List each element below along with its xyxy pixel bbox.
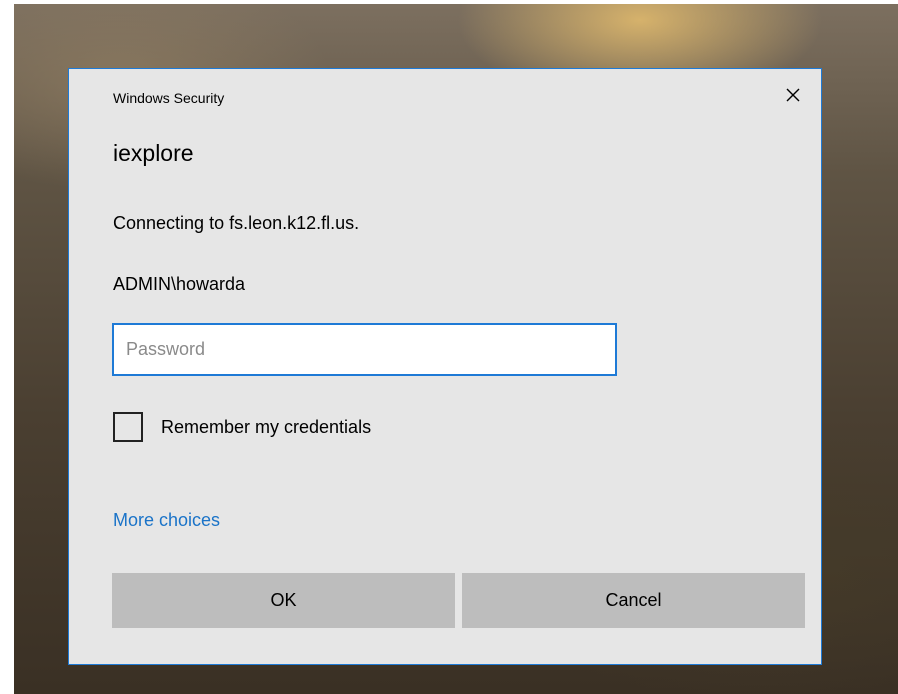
remember-label: Remember my credentials bbox=[161, 416, 372, 437]
ok-button[interactable]: OK bbox=[112, 573, 455, 628]
dialog-caption: Windows Security bbox=[113, 90, 225, 106]
remember-checkbox[interactable] bbox=[113, 412, 143, 442]
connecting-message: Connecting to fs.leon.k12.fl.us. bbox=[113, 213, 360, 233]
password-field[interactable] bbox=[112, 323, 617, 376]
close-icon bbox=[786, 88, 800, 102]
username-label: ADMIN\howarda bbox=[113, 274, 246, 294]
screen-top-edge bbox=[0, 0, 898, 4]
close-button[interactable] bbox=[779, 81, 807, 109]
remember-credentials-toggle[interactable]: Remember my credentials bbox=[113, 412, 371, 442]
cancel-button[interactable]: Cancel bbox=[462, 573, 805, 628]
app-title: iexplore bbox=[113, 140, 194, 166]
screen-left-edge bbox=[0, 0, 14, 694]
more-choices-link[interactable]: More choices bbox=[113, 510, 220, 531]
windows-security-dialog: Windows Security iexplore Connecting to … bbox=[68, 68, 822, 665]
